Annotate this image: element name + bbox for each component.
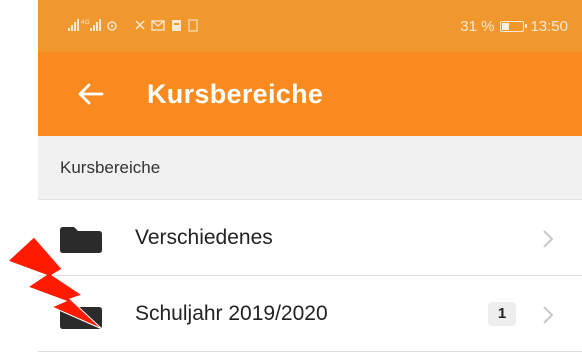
chevron-right-icon: [543, 230, 554, 248]
status-icons: 4G: [68, 18, 204, 35]
app-bar: Kursbereiche: [38, 52, 582, 136]
svg-text:4G: 4G: [81, 20, 90, 26]
count-badge: 1: [488, 302, 516, 326]
list-item-verschiedenes[interactable]: Verschiedenes: [38, 200, 582, 276]
notification-icons: [134, 18, 204, 35]
chevron-right-icon: [543, 306, 554, 324]
list-item-schuljahr[interactable]: Schuljahr 2019/2020 1: [38, 276, 582, 352]
section-header-label: Kursbereiche: [60, 158, 161, 177]
list-item-label: Schuljahr 2019/2020: [135, 302, 328, 325]
status-right: 31 % 13:50: [460, 18, 568, 35]
list-item-label: Verschiedenes: [135, 226, 273, 249]
page-title: Kursbereiche: [147, 79, 324, 109]
section-header: Kursbereiche: [38, 136, 582, 200]
arrow-left-icon[interactable]: [72, 76, 108, 112]
battery-percent: 31 %: [460, 18, 495, 35]
app-screen: 4G 31 % 13:50 Kursbereiche Kursbereiche …: [38, 0, 582, 353]
status-bar: 4G 31 % 13:50: [38, 0, 582, 52]
signal-icon: 4G: [68, 18, 128, 35]
battery-icon: [500, 21, 528, 32]
divider: [38, 351, 582, 352]
status-time: 13:50: [530, 18, 568, 35]
lightning-bolt-icon: [7, 236, 103, 330]
